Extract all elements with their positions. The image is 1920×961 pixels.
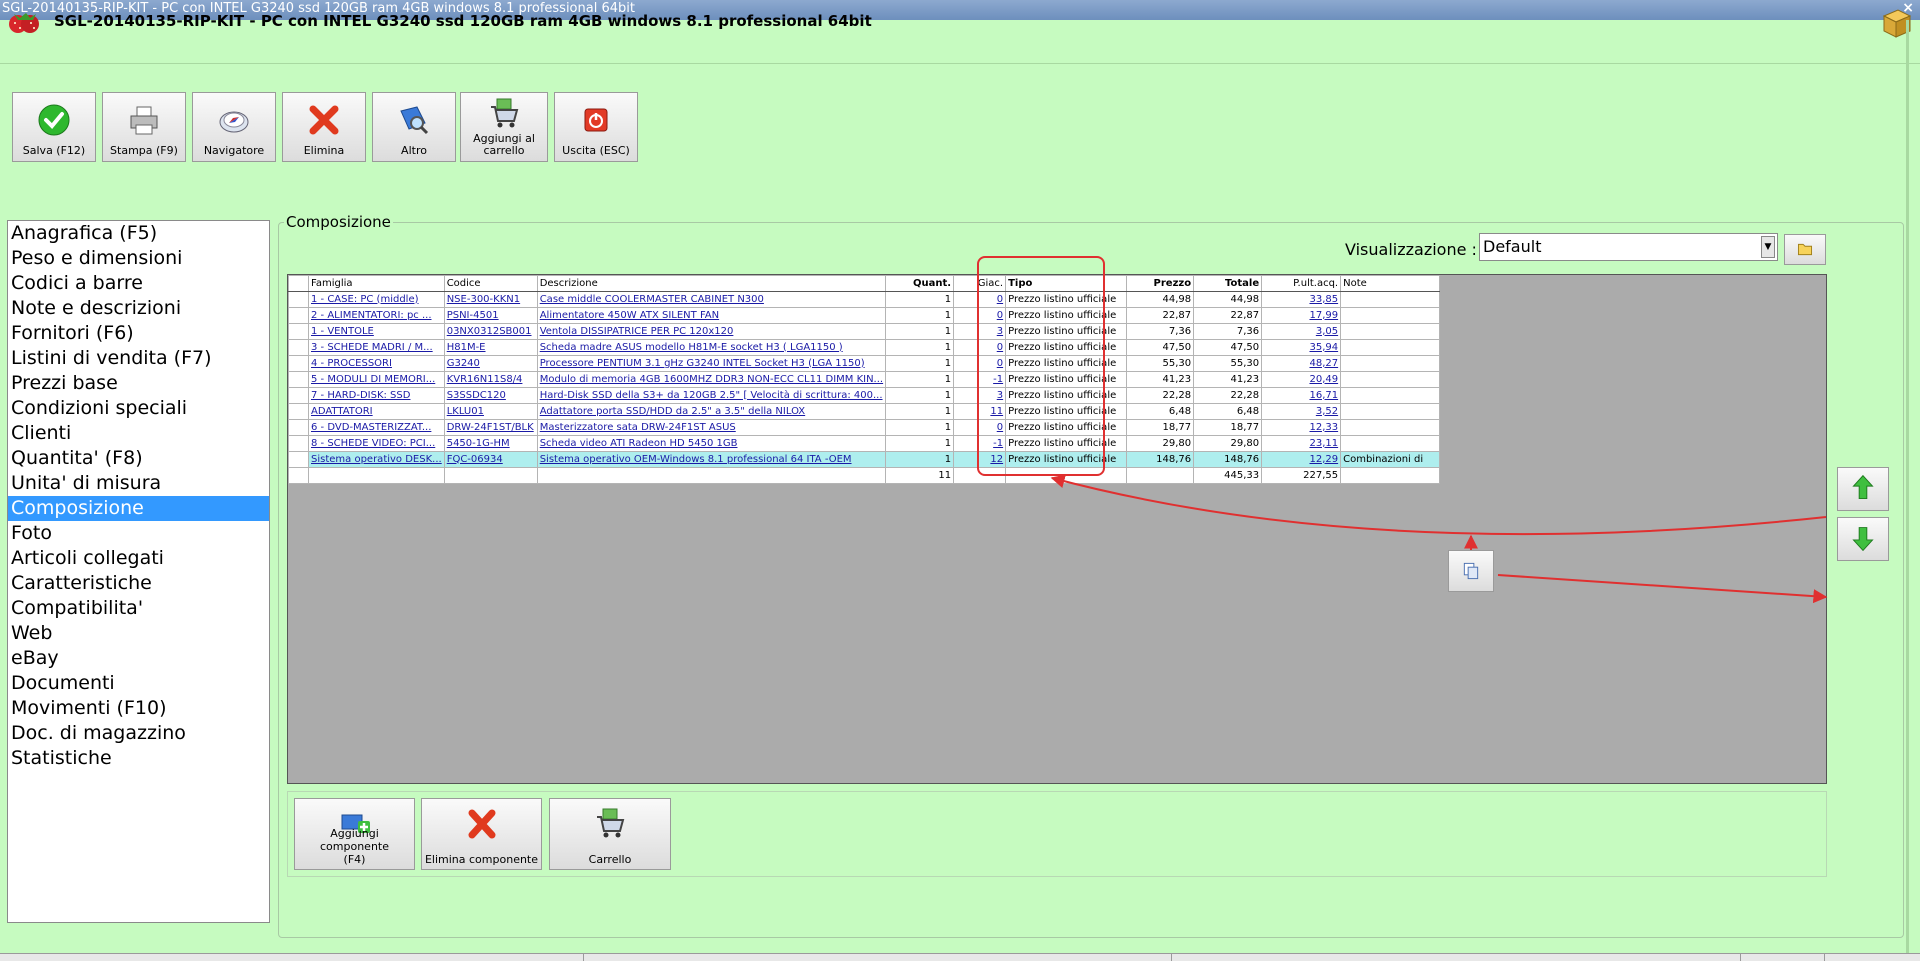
arrow-up-icon bbox=[1852, 474, 1874, 500]
cart-icon bbox=[597, 808, 625, 838]
right-edge-border bbox=[1906, 20, 1909, 960]
cart-button-label: Carrello bbox=[588, 853, 632, 866]
annotation-arrow-curve bbox=[1050, 474, 1827, 536]
delete-component-label: Elimina componente bbox=[424, 853, 539, 866]
add-component-label: Aggiungi componente (F4) bbox=[295, 827, 414, 866]
add-component-button[interactable]: Aggiungi componente (F4) bbox=[294, 798, 415, 870]
copy-icon bbox=[1463, 562, 1479, 580]
arrow-down-icon bbox=[1852, 527, 1874, 552]
add-component-label-line1: Aggiungi componente bbox=[320, 827, 389, 853]
delete-component-button[interactable]: Elimina componente bbox=[421, 798, 542, 870]
annotation-arrow-right bbox=[1497, 574, 1828, 604]
status-bar bbox=[0, 953, 1920, 961]
delete-x-icon bbox=[468, 809, 495, 839]
copy-button[interactable] bbox=[1448, 550, 1494, 592]
move-down-button[interactable] bbox=[1837, 517, 1889, 561]
cart-button[interactable]: Carrello bbox=[549, 798, 671, 870]
add-component-label-line2: (F4) bbox=[343, 853, 366, 866]
move-up-button[interactable] bbox=[1837, 467, 1889, 511]
